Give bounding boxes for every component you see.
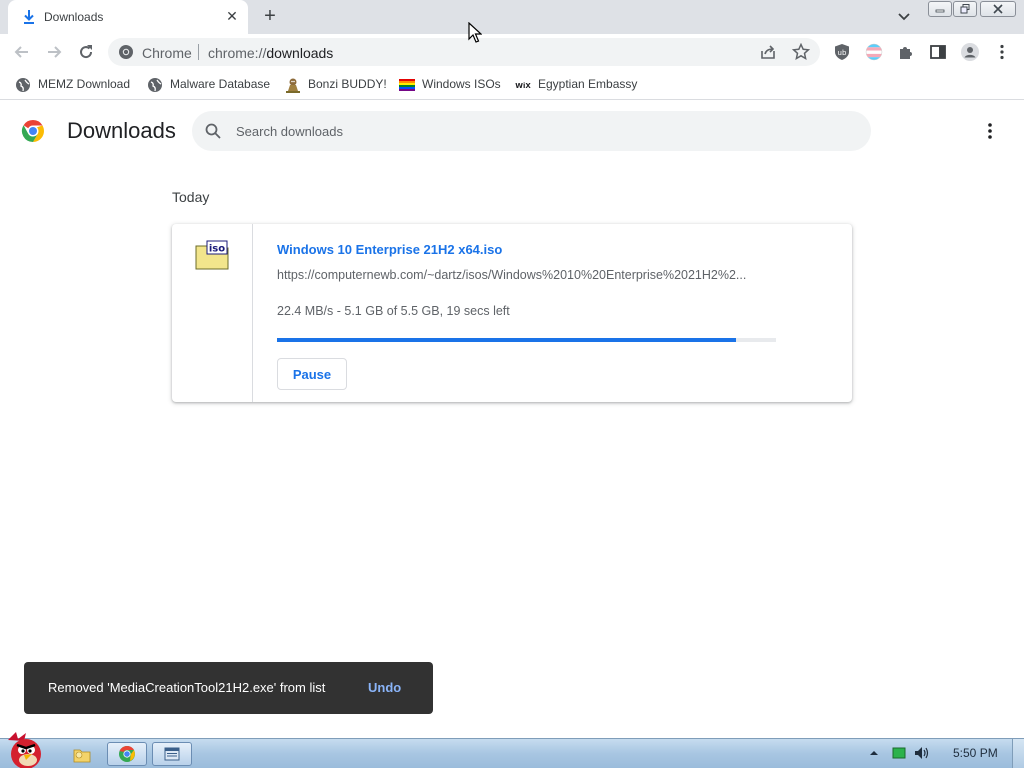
side-panel-icon[interactable] bbox=[928, 42, 948, 62]
restore-button[interactable] bbox=[953, 1, 977, 17]
reload-icon[interactable] bbox=[76, 42, 96, 62]
application-window-icon bbox=[164, 747, 180, 761]
chrome-icon bbox=[119, 45, 133, 59]
chrome-menu-icon[interactable] bbox=[992, 42, 1012, 62]
extensions-puzzle-icon[interactable] bbox=[896, 42, 916, 62]
battery-network-icon[interactable] bbox=[892, 747, 906, 759]
download-icon bbox=[24, 10, 34, 24]
bookmark-memz-download[interactable]: MEMZ Download bbox=[15, 76, 135, 94]
chrome-taskbar-icon bbox=[119, 745, 135, 762]
iso-file-icon: iso bbox=[195, 240, 229, 270]
bookmark-label: Windows ISOs bbox=[422, 77, 501, 91]
tab-downloads[interactable]: Downloads ✕ bbox=[8, 0, 248, 34]
new-tab-button[interactable]: + bbox=[260, 6, 280, 27]
ublock-shield-icon[interactable]: ub bbox=[832, 42, 852, 62]
svg-text:WiX: WiX bbox=[515, 82, 531, 90]
url-text[interactable]: chrome://downloads bbox=[208, 45, 333, 61]
pause-button[interactable]: Pause bbox=[277, 358, 347, 390]
wix-icon: WiX bbox=[515, 82, 531, 90]
download-filename-link[interactable]: Windows 10 Enterprise 21H2 x64.iso bbox=[277, 242, 502, 257]
back-icon[interactable] bbox=[12, 42, 32, 62]
profile-avatar-icon[interactable] bbox=[960, 42, 980, 62]
iso-label: iso bbox=[209, 244, 225, 255]
chrome-logo-icon bbox=[21, 119, 44, 143]
download-progress-bar bbox=[277, 338, 776, 342]
taskbar-window-button[interactable] bbox=[152, 742, 192, 766]
taskbar-explorer-button[interactable] bbox=[62, 742, 102, 766]
taskbar-chrome-button[interactable] bbox=[107, 742, 147, 766]
mouse-pointer-icon bbox=[468, 22, 482, 43]
share-icon[interactable] bbox=[760, 44, 778, 60]
site-chip: Chrome bbox=[142, 45, 192, 61]
tab-strip: Downloads ✕ + bbox=[0, 0, 1024, 34]
minimize-button[interactable] bbox=[928, 1, 952, 17]
bookmark-windows-isos[interactable]: Windows ISOs bbox=[399, 76, 505, 94]
start-button-angry-bird-icon[interactable] bbox=[2, 730, 50, 768]
download-source-url[interactable]: https://computernewb.com/~dartz/isos/Win… bbox=[277, 268, 777, 282]
search-box[interactable] bbox=[192, 111, 871, 151]
toast-message: Removed 'MediaCreationTool21H2.exe' from… bbox=[48, 680, 326, 695]
bonzi-icon bbox=[286, 78, 300, 93]
download-status-text: 22.4 MB/s - 5.1 GB of 5.5 GB, 19 secs le… bbox=[277, 304, 510, 318]
page-more-options-icon[interactable] bbox=[982, 120, 998, 142]
tab-title: Downloads bbox=[44, 10, 104, 24]
bookmark-label: Malware Database bbox=[170, 77, 271, 91]
svg-text:ub: ub bbox=[838, 49, 847, 57]
page-title: Downloads bbox=[67, 118, 176, 143]
tray-overflow-arrow-icon[interactable] bbox=[868, 748, 880, 758]
show-desktop-button[interactable] bbox=[1012, 739, 1024, 768]
close-window-button[interactable] bbox=[980, 1, 1016, 17]
download-progress-fill bbox=[277, 338, 737, 342]
bookmark-bonzi-buddy[interactable]: Bonzi BUDDY! bbox=[285, 76, 387, 94]
trans-flag-extension-icon[interactable] bbox=[864, 42, 884, 62]
search-icon bbox=[205, 123, 221, 139]
bookmark-egyptian-embassy[interactable]: WiX Egyptian Embassy bbox=[515, 76, 640, 94]
browser-toolbar: Chrome chrome://downloads ub bbox=[0, 34, 1024, 70]
url-scheme: chrome:// bbox=[208, 45, 267, 61]
download-item-card: iso Windows 10 Enterprise 21H2 x64.iso h… bbox=[172, 224, 852, 402]
removed-toast: Removed 'MediaCreationTool21H2.exe' from… bbox=[24, 662, 433, 714]
omnibox-separator bbox=[198, 44, 199, 60]
taskbar-clock[interactable]: 5:50 PM bbox=[953, 746, 998, 760]
bookmarks-bar: MEMZ Download Malware Database Bonzi BUD… bbox=[0, 70, 1024, 100]
forward-icon[interactable] bbox=[44, 42, 64, 62]
bookmark-malware-database[interactable]: Malware Database bbox=[147, 76, 272, 94]
tab-close-icon[interactable]: ✕ bbox=[224, 8, 240, 24]
volume-icon[interactable] bbox=[913, 746, 931, 760]
date-section-label: Today bbox=[172, 189, 210, 205]
globe-icon bbox=[16, 78, 30, 92]
bookmark-label: Egyptian Embassy bbox=[538, 77, 638, 91]
folder-explorer-icon bbox=[73, 749, 91, 763]
undo-button[interactable]: Undo bbox=[368, 680, 401, 695]
bookmark-star-icon[interactable] bbox=[792, 43, 810, 61]
bookmark-label: MEMZ Download bbox=[38, 77, 131, 91]
rainbow-flag-icon bbox=[399, 79, 415, 91]
globe-icon bbox=[148, 78, 162, 92]
address-bar[interactable]: Chrome chrome://downloads bbox=[108, 38, 820, 66]
bookmark-label: Bonzi BUDDY! bbox=[308, 77, 387, 91]
search-input[interactable] bbox=[236, 121, 836, 141]
tab-search-chevron-icon[interactable] bbox=[895, 9, 913, 25]
url-path: downloads bbox=[266, 45, 334, 61]
